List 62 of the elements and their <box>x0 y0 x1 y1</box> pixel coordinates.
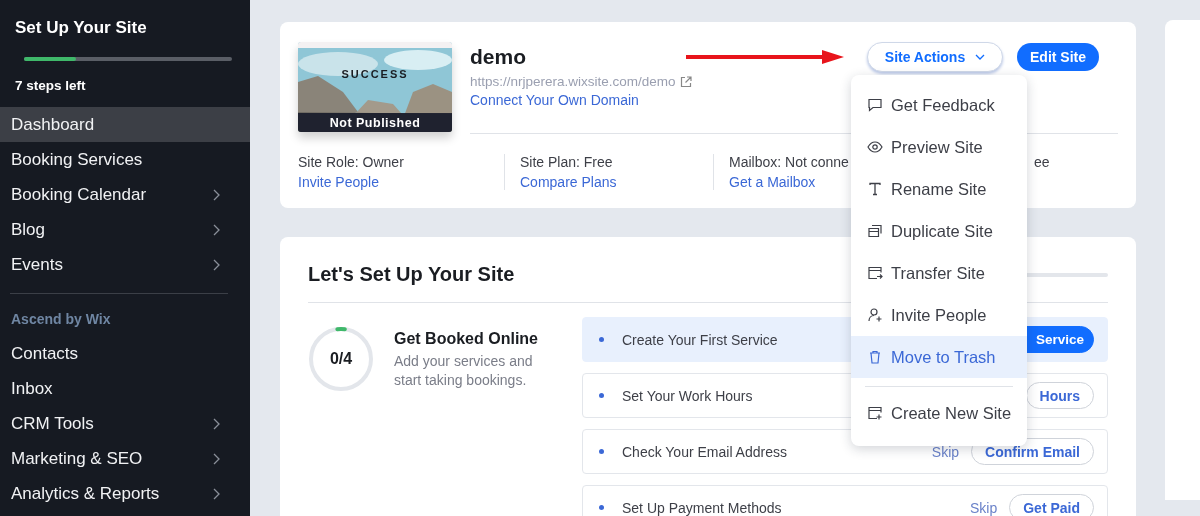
info-link[interactable]: Invite People <box>298 174 379 190</box>
menu-item[interactable]: Get Feedback <box>851 84 1027 126</box>
info-label: Site Plan: Free <box>520 154 613 170</box>
info-label: ee <box>1034 154 1050 170</box>
site-url: https://nrjperera.wixsite.com/demo <box>470 74 676 89</box>
steps-left-label: 7 steps left <box>15 78 87 93</box>
new-site-icon <box>867 405 883 421</box>
nav-item[interactable]: CRM Tools <box>0 406 250 442</box>
duplicate-icon <box>867 223 883 239</box>
step-button[interactable]: Hours <box>1025 382 1094 409</box>
not-published-badge: Not Published <box>298 113 452 132</box>
external-link-icon[interactable] <box>679 75 692 88</box>
site-actions-button[interactable]: Site Actions <box>867 42 1003 72</box>
nav-item[interactable]: Dashboard <box>0 107 250 143</box>
progress-count: 0/4 <box>329 351 353 367</box>
nav-item[interactable]: Contacts <box>0 335 250 372</box>
menu-item[interactable]: Rename Site <box>851 168 1027 210</box>
nav-item[interactable]: Booking Calendar <box>0 177 250 213</box>
menu-item[interactable]: Preview Site <box>851 126 1027 168</box>
chevron-down-icon <box>975 53 986 61</box>
setup-title: Set Up Your Site <box>15 18 148 38</box>
menu-item[interactable]: Move to Trash <box>851 336 1027 378</box>
bullet-icon <box>599 393 604 398</box>
info-label: Site Role: Owner <box>298 154 404 170</box>
info-link[interactable]: Get a Mailbox <box>729 174 816 190</box>
site-thumbnail[interactable]: SUCCESS Not Published <box>298 42 452 132</box>
nav-item[interactable]: Analytics & Reports <box>0 476 250 512</box>
info-label: Mailbox: Not conne <box>729 154 849 170</box>
bullet-icon <box>599 449 604 454</box>
step-label: Set Your Work Hours <box>622 387 753 404</box>
menu-item[interactable]: Duplicate Site <box>851 210 1027 252</box>
nav-item[interactable]: Events <box>0 247 250 283</box>
person-add-icon <box>867 307 883 323</box>
nav-item[interactable]: Blog <box>0 212 250 248</box>
bullet-icon <box>599 505 604 510</box>
trash-icon <box>867 349 883 365</box>
skip-link[interactable]: Skip <box>969 499 998 516</box>
thumbnail-headline: SUCCESS <box>340 68 410 80</box>
step-label: Set Up Payment Methods <box>622 499 782 516</box>
site-name: demo <box>470 45 527 69</box>
text-icon <box>867 181 883 197</box>
info-link[interactable]: Compare Plans <box>520 174 617 190</box>
setup-card-title: Let's Set Up Your Site <box>308 263 515 286</box>
edit-site-button[interactable]: Edit Site <box>1017 43 1099 71</box>
section-description: Add your services and start taking bookings. <box>394 352 534 390</box>
speech-bubble-icon <box>867 97 883 113</box>
connect-domain-link[interactable]: Connect Your Own Domain <box>470 92 639 108</box>
step-label: Create Your First Service <box>622 331 778 348</box>
bullet-icon <box>599 337 604 342</box>
nav-item[interactable]: Marketing & SEO <box>0 441 250 477</box>
nav-item[interactable]: Booking Services <box>0 142 250 178</box>
eye-icon <box>867 139 883 155</box>
step-button[interactable]: Get Paid <box>1009 494 1094 516</box>
step-row[interactable]: Set Up Payment Methods Skip Get Paid <box>582 485 1108 516</box>
skip-link[interactable]: Skip <box>931 443 960 460</box>
nav-item[interactable]: Inbox <box>0 371 250 407</box>
menu-item[interactable]: Transfer Site <box>851 252 1027 294</box>
transfer-icon <box>867 265 883 281</box>
progress-ring <box>308 326 374 392</box>
step-label: Check Your Email Address <box>622 443 787 460</box>
section-heading: Get Booked Online <box>394 330 539 348</box>
section-title: Ascend by Wix <box>10 309 112 329</box>
